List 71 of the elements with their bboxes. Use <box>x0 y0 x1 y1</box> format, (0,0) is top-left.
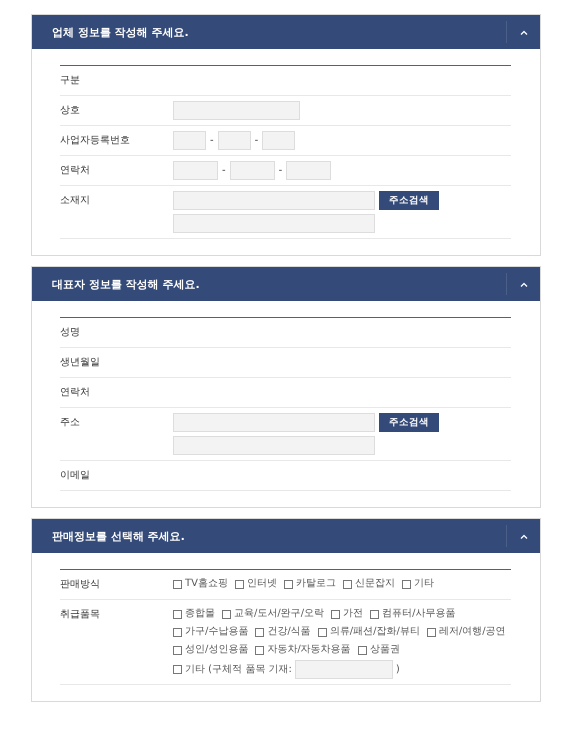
checkbox[interactable] <box>173 580 182 588</box>
input-field[interactable] <box>230 161 275 180</box>
field-label: 판매방식 <box>60 578 101 592</box>
field-label: 취급품목 <box>60 608 101 622</box>
checkbox-label: 가전 <box>343 607 364 621</box>
address-detail-field[interactable] <box>173 436 375 455</box>
field-label: 생년월일 <box>60 356 101 370</box>
panel-title: 대표자 정보를 작성해 주세요. <box>51 276 201 292</box>
address-search-button[interactable]: 주소검색 <box>379 413 439 432</box>
separator: - <box>254 135 258 146</box>
checkbox[interactable] <box>255 646 264 654</box>
panel-title: 판매정보를 선택해 주세요. <box>51 528 186 544</box>
chevron-up-icon <box>520 30 528 34</box>
checkbox[interactable] <box>234 580 244 588</box>
address-field[interactable] <box>173 191 375 210</box>
checkbox[interactable] <box>370 610 380 618</box>
checkbox[interactable] <box>222 610 231 618</box>
checkbox[interactable] <box>284 580 293 588</box>
checkbox-label: 건강/식품 <box>267 625 311 639</box>
checkbox[interactable] <box>358 646 367 654</box>
checkbox[interactable] <box>173 646 182 654</box>
field-label: 상호 <box>60 104 81 118</box>
field-label: 소재지 <box>60 194 91 208</box>
field-label: 연락처 <box>60 164 91 178</box>
checkbox[interactable] <box>173 665 182 674</box>
checkbox-label: TV홈쇼핑 <box>185 577 228 591</box>
checkbox-label: 기타 (구체적 품목 기재: <box>185 662 292 676</box>
field-label: 이메일 <box>60 469 91 483</box>
separator: - <box>210 135 214 146</box>
input-field[interactable] <box>286 161 332 180</box>
separator: - <box>222 165 226 176</box>
checkbox[interactable] <box>426 628 436 636</box>
checkbox-label: 가구/수납용품 <box>185 625 248 639</box>
input-field[interactable] <box>173 131 206 150</box>
checkbox[interactable] <box>173 628 182 636</box>
checkbox-label: 레저/여행/공연 <box>438 625 506 639</box>
field-label: 연락처 <box>60 386 91 400</box>
checkbox-label: 자동차/자동차용품 <box>267 643 351 657</box>
chevron-up-icon <box>520 282 528 286</box>
checkbox-label: 의류/패션/잡화/뷰티 <box>330 625 420 639</box>
checkbox-label: 상품권 <box>370 643 400 657</box>
field-label: 사업자등록번호 <box>60 134 131 148</box>
address-field[interactable] <box>173 413 375 432</box>
checkbox-label: 성인/성인용품 <box>185 643 248 657</box>
panel-title: 업체 정보를 작성해 주세요. <box>51 24 190 40</box>
checkbox-label: 종합몰 <box>185 607 215 621</box>
checkbox[interactable] <box>255 628 264 636</box>
checkbox-label: 교육/도서/완구/오락 <box>234 607 324 621</box>
checkbox[interactable] <box>318 628 327 636</box>
checkbox-label: 카탈로그 <box>296 577 336 591</box>
checkbox[interactable] <box>331 610 340 618</box>
address-detail-field[interactable] <box>173 214 375 233</box>
input-field[interactable] <box>294 660 393 679</box>
checkbox[interactable] <box>402 580 411 588</box>
checkbox-label: 인터넷 <box>246 577 277 591</box>
input-field[interactable] <box>262 131 296 150</box>
checkbox-label: 컴퓨터/사무용품 <box>382 607 456 621</box>
closing-paren: ) <box>396 662 400 676</box>
input-field[interactable] <box>173 161 218 180</box>
checkbox[interactable] <box>173 610 182 618</box>
field-label: 구분 <box>60 74 81 88</box>
chevron-up-icon <box>520 534 528 538</box>
field-label: 성명 <box>60 326 81 340</box>
checkbox-label: 기타 <box>414 577 434 591</box>
address-search-button[interactable]: 주소검색 <box>379 191 439 210</box>
input-field[interactable] <box>218 131 251 150</box>
field-label: 주소 <box>60 416 81 430</box>
separator: - <box>278 165 282 176</box>
input-field[interactable] <box>173 101 300 120</box>
checkbox[interactable] <box>342 580 352 588</box>
checkbox-label: 신문잡지 <box>354 577 395 591</box>
